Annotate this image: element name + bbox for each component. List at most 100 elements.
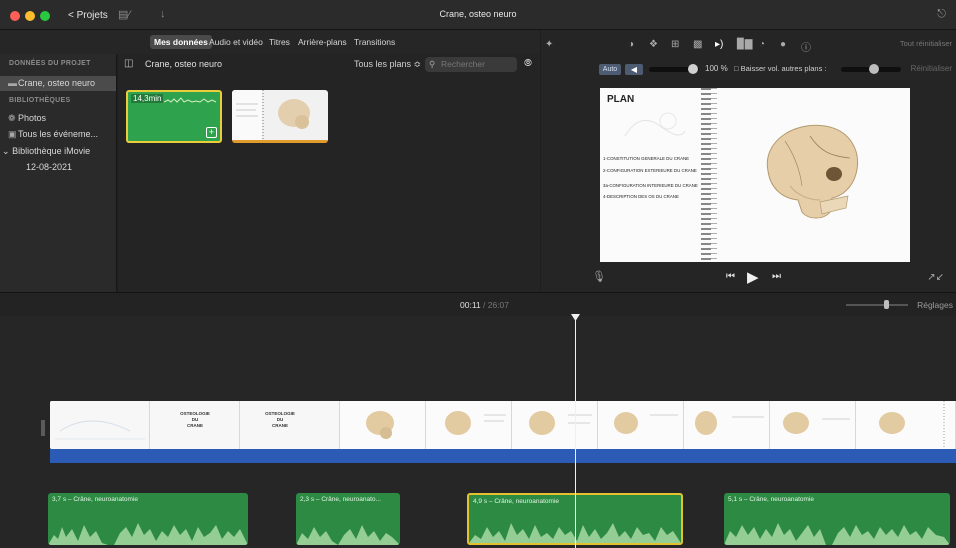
magic-wand-icon[interactable]: ✦ (545, 39, 553, 50)
video-thumbnail: OSTEOLOGIE DU CRANE (240, 401, 340, 449)
video-thumbnail (598, 401, 684, 449)
mute-speaker-icon[interactable]: ◀ (625, 64, 643, 75)
skull-thumb (695, 411, 764, 435)
project-data-heading: DONNÉES DU PROJET (9, 60, 91, 67)
timecode: 00:11 / 26:07 (460, 300, 509, 310)
audio-clip-label: 2,3 s – Crâne, neuroanato... (300, 496, 381, 503)
info-icon[interactable]: ⓘ (801, 39, 811, 54)
volume-icon[interactable]: ▸) (715, 39, 723, 50)
browser-clip-audio[interactable]: 14,3min + (126, 90, 222, 143)
video-thumbnail (512, 401, 598, 449)
project-icon: ▬ (8, 78, 17, 88)
reset-all-button[interactable]: Tout réinitialiser (900, 39, 952, 48)
total-time: / 26:07 (483, 300, 510, 310)
plan-line: 1-CONSTITUTION GENERALE DU CRANE (603, 156, 690, 161)
browser-header: ◫ Crane, osteo neuro Tous les plans ≎ ⚲ … (118, 54, 540, 76)
tab-my-media[interactable]: Mes données (150, 35, 212, 49)
tab-transitions[interactable]: Transitions (350, 35, 399, 49)
stabilization-icon[interactable]: ▩ (693, 39, 702, 50)
color-correction-icon[interactable]: ❖ (649, 39, 658, 50)
audio-clip[interactable]: 3,7 s – Crâne, neuroanatomie (48, 493, 248, 545)
timeline-settings-button[interactable]: Réglages (917, 300, 953, 310)
browser-clip-video[interactable] (232, 90, 328, 143)
tab-backgrounds[interactable]: Arrière-plans (294, 35, 351, 49)
audio-waveform (48, 523, 248, 545)
notebook-spiral (701, 88, 711, 262)
tab-audio-video[interactable]: Audio et vidéo (205, 35, 267, 49)
crop-icon[interactable]: ⊞ (671, 39, 679, 50)
event-icon: ▣ (8, 129, 17, 139)
sidebar-item-photos[interactable]: ❁ Photos (0, 111, 116, 126)
library-sidebar: DONNÉES DU PROJET ▬ Crane, osteo neuro B… (0, 54, 117, 292)
reset-button[interactable]: Réinitialiser (911, 64, 952, 73)
clip-thumbnail (232, 90, 310, 140)
audio-clip-label: 4,9 s – Crâne, neuroanatomie (473, 498, 559, 505)
play-icon[interactable]: ▶ (747, 268, 759, 286)
sidebar-toggle-icon[interactable]: ◫ (124, 58, 133, 69)
skull-thumb (529, 411, 592, 435)
skull-thumb (366, 411, 394, 439)
slide-heading: PLAN (607, 94, 635, 105)
zoom-slider-knob[interactable] (884, 300, 889, 309)
zoom-slider[interactable] (846, 304, 908, 306)
video-track[interactable]: OSTEOLOGIE DU CRANE OSTEOLOGIE DU CRANE (50, 401, 956, 449)
title-bar: < Projets ▤⁄ ↓ Crane, osteo neuro ⎋ (0, 0, 956, 30)
lower-others-knob[interactable] (869, 64, 879, 74)
audio-waveform (296, 525, 400, 545)
audio-attached-bar[interactable] (50, 449, 956, 463)
clip-filter-select[interactable]: Tous les plans ≎ (354, 59, 421, 70)
chevron-down-icon: ⌄ (2, 146, 10, 156)
sidebar-item-label: Crane, osteo neuro (18, 78, 96, 88)
skull-thumb (614, 412, 678, 434)
skip-forward-icon[interactable]: ⏭ (772, 271, 781, 282)
sidebar-item-event[interactable]: 12-08-2021 (0, 160, 116, 175)
skull-thumb (783, 412, 850, 434)
sidebar-item-label: Photos (18, 113, 47, 123)
track-grip-handle[interactable] (41, 420, 45, 436)
lower-others-checkbox[interactable]: □ Baisser vol. autres plans : (734, 64, 827, 73)
audio-clip[interactable]: 2,3 s – Crâne, neuroanato... (296, 493, 400, 545)
sidebar-item-label: 12-08-2021 (26, 162, 73, 172)
checkbox-icon: □ (734, 64, 741, 73)
skull-thumb (445, 411, 506, 435)
waveform-mini (164, 97, 217, 103)
color-balance-icon[interactable]: ◑ (628, 39, 634, 50)
search-input[interactable]: ⚲ Rechercher (425, 57, 517, 72)
diagram-thumb (55, 420, 145, 440)
search-placeholder: Rechercher (441, 59, 485, 69)
sidebar-item-label: Tous les événeme... (18, 129, 99, 139)
audio-clip-label: 3,7 s – Crâne, neuroanatomie (52, 496, 138, 503)
sidebar-item-project[interactable]: ▬ Crane, osteo neuro (0, 76, 116, 91)
audio-clip[interactable]: 5,1 s – Crâne, neuroanatomie (724, 493, 950, 545)
skip-back-icon[interactable]: ⏮ (726, 271, 735, 282)
add-clip-icon[interactable]: + (206, 127, 217, 138)
volume-percent: 100 % (705, 64, 728, 73)
microphone-icon[interactable]: 🎙 (592, 270, 606, 283)
title-card-text: OSTEOLOGIE DU CRANE (180, 411, 210, 428)
volume-slider-knob[interactable] (688, 64, 698, 74)
skull-thumb (879, 401, 945, 449)
plan-line: 3a-CONFIGURATION INTERIEURE DU CRANE (603, 183, 698, 188)
audio-clip-label: 5,1 s – Crâne, neuroanatomie (728, 496, 814, 503)
share-icon[interactable]: ⎋ (937, 8, 946, 21)
sidebar-item-all-events[interactable]: ▣ Tous les événeme... (0, 127, 116, 142)
video-thumbnail (684, 401, 770, 449)
sidebar-item-library[interactable]: ⌄ Bibliothèque iMovie (0, 144, 116, 159)
notebook-spiral-holes (711, 88, 717, 262)
plan-line: 4-DESCRIPTION DES OS DU CRANE (603, 194, 679, 199)
current-time: 00:11 (460, 300, 481, 310)
playhead[interactable] (575, 318, 576, 548)
video-preview: PLAN 1-CONSTITUTION GENERALE DU CRANE 2-… (600, 88, 910, 262)
video-thumbnail (340, 401, 426, 449)
noise-reduction-icon[interactable]: ▉▇ (737, 39, 752, 50)
fullscreen-icon[interactable]: ↗↙ (927, 272, 944, 283)
gear-icon: ❁ (8, 113, 16, 123)
video-thumbnail: OSTEOLOGIE DU CRANE (150, 401, 240, 449)
clip-filter-icon[interactable]: ● (780, 39, 786, 50)
auto-volume-button[interactable]: Auto (599, 64, 621, 75)
download-icon[interactable]: ⦾ (524, 58, 532, 69)
video-thumbnail (426, 401, 512, 449)
speed-icon[interactable]: ◔ (759, 39, 765, 50)
window-title: Crane, osteo neuro (439, 9, 517, 19)
tab-titles[interactable]: Titres (265, 35, 294, 49)
